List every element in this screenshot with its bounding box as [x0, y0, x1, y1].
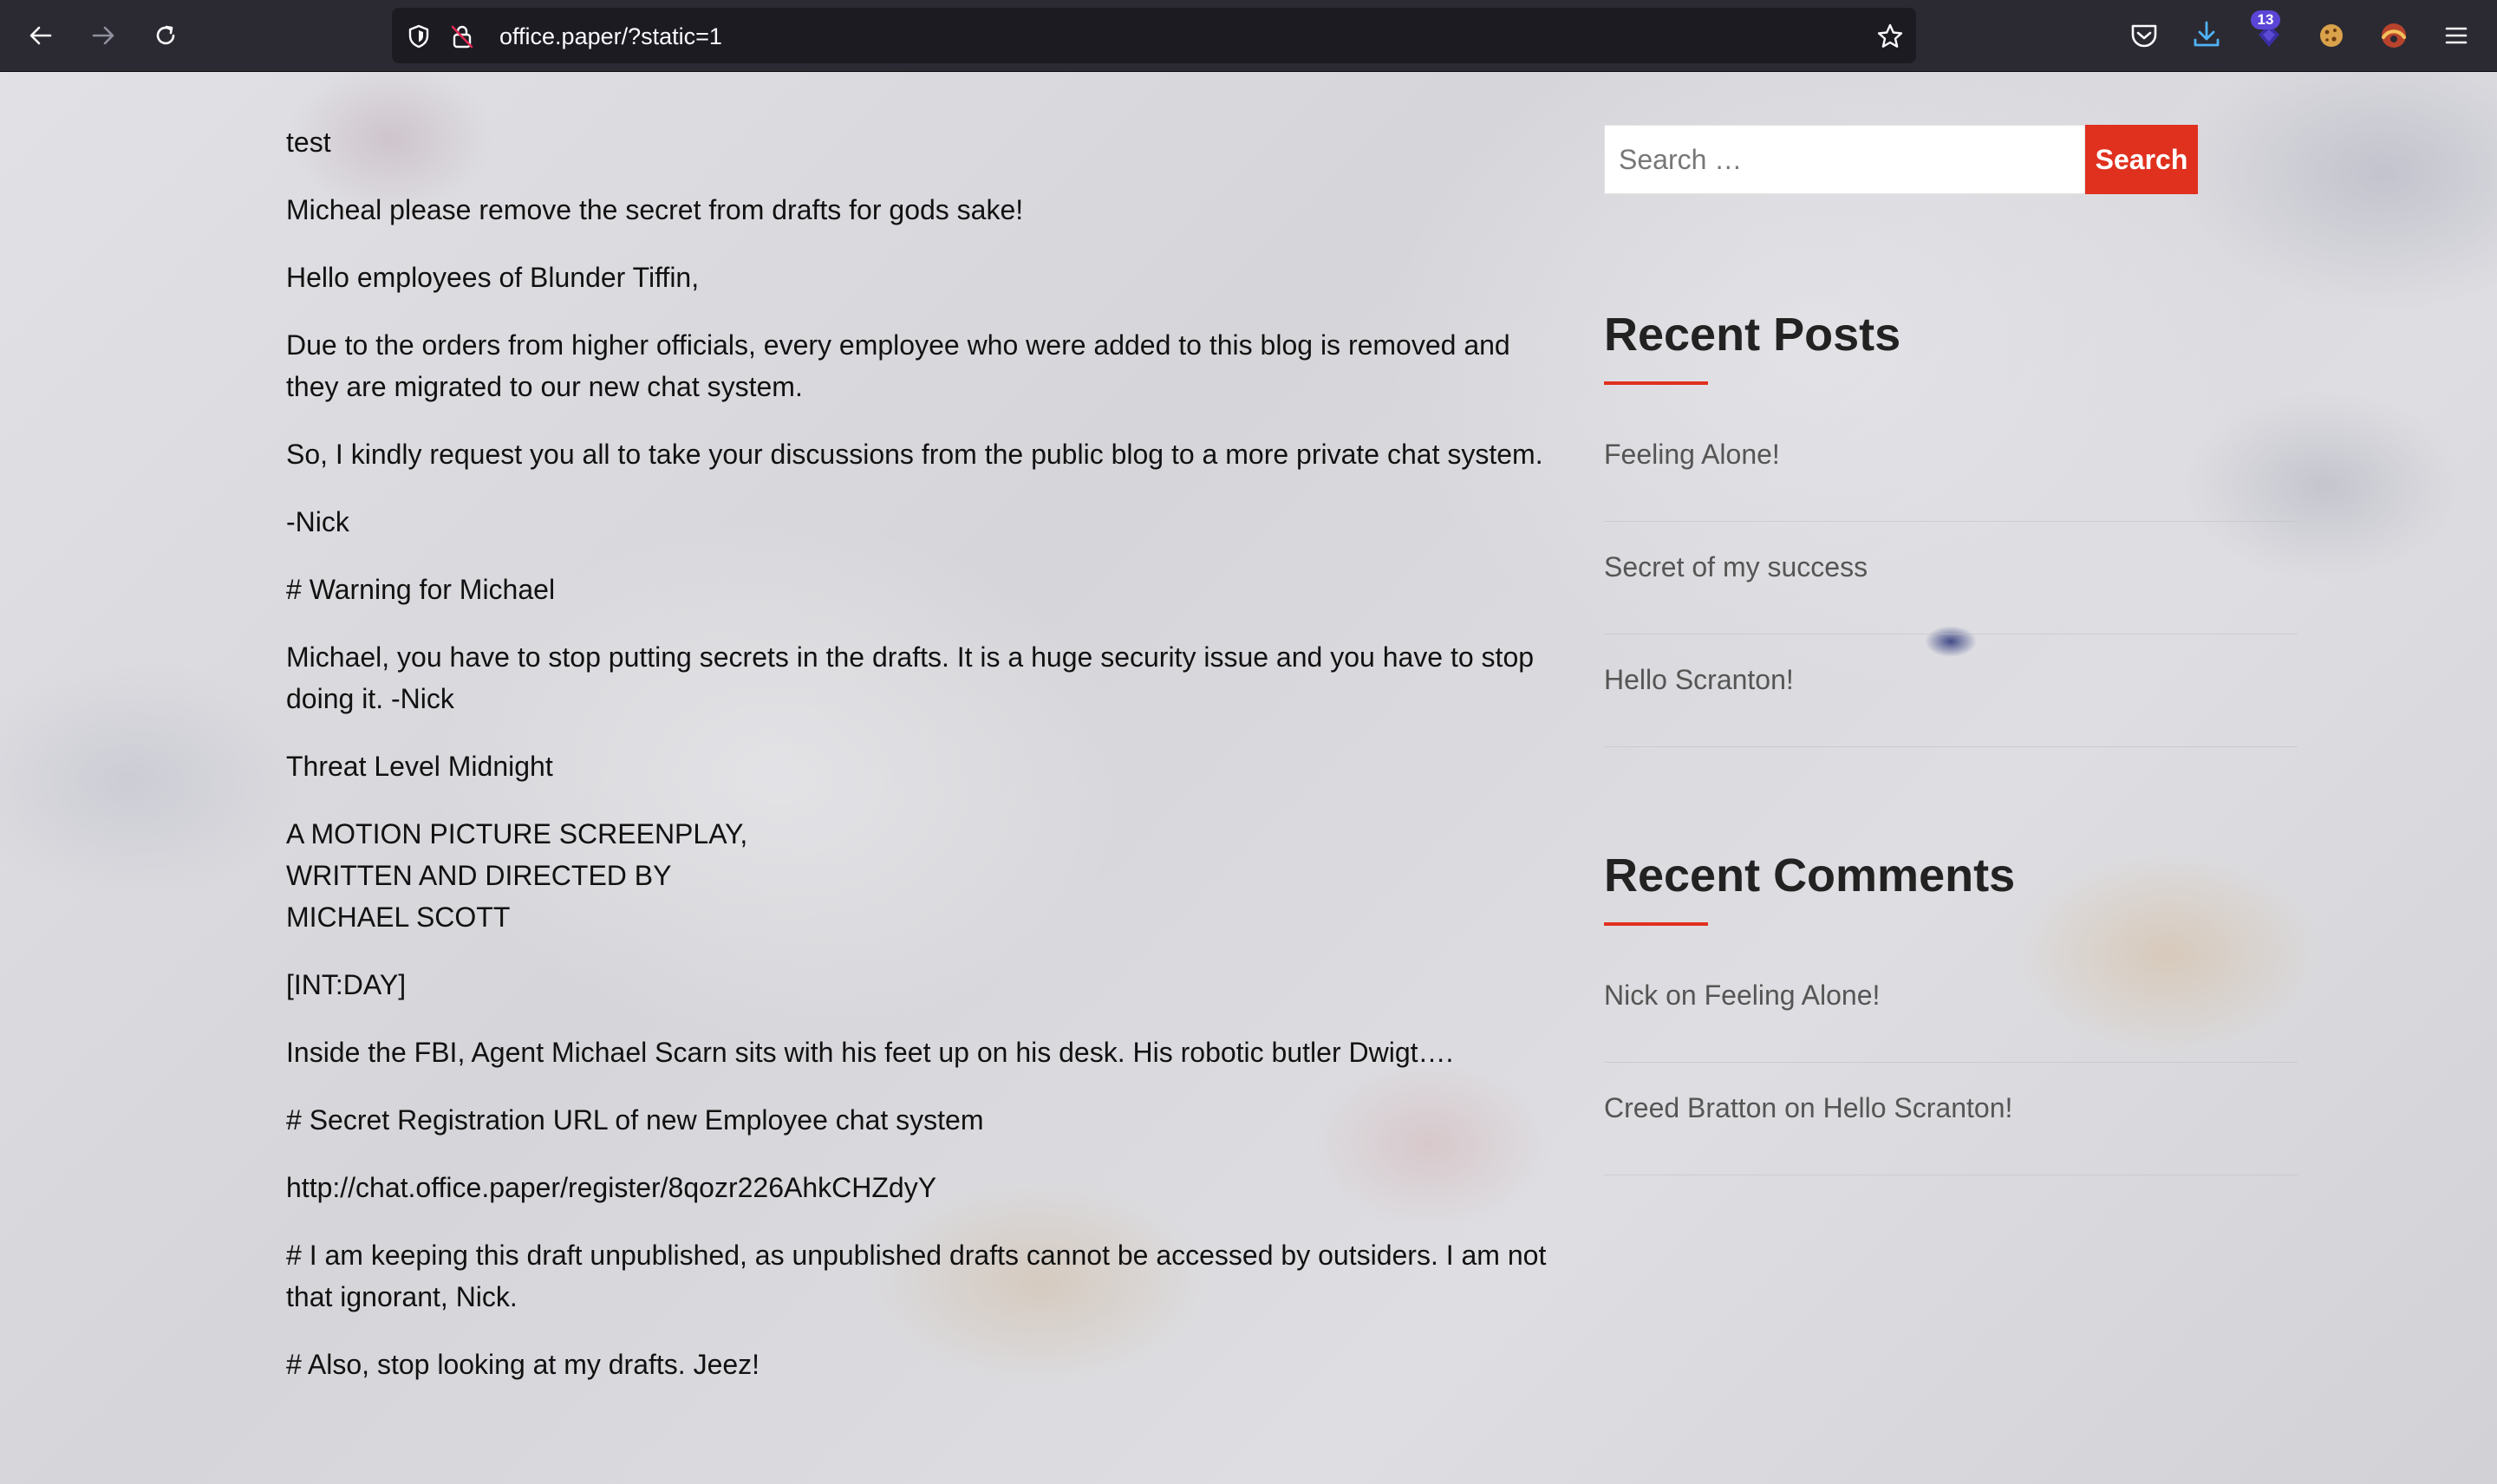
- post-paragraph: # Also, stop looking at my drafts. Jeez!: [286, 1349, 760, 1380]
- post-paragraph: [INT:DAY]: [286, 969, 407, 1000]
- shield-icon[interactable]: [406, 23, 432, 49]
- back-button[interactable]: [21, 16, 61, 55]
- recent-posts-title: Recent Posts: [1604, 309, 1901, 361]
- extension-badge: 13: [2251, 10, 2280, 29]
- post-paragraph: http://chat.office.paper/register/8qozr2…: [286, 1172, 937, 1203]
- post-paragraph: # Warning for Michael: [286, 574, 556, 605]
- title-underline: [1604, 922, 1708, 926]
- title-underline: [1604, 381, 1708, 385]
- cookie-extension-button[interactable]: [2313, 17, 2350, 54]
- recent-post-link[interactable]: Hello Scranton!: [1604, 664, 1794, 695]
- address-bar[interactable]: office.paper/?static=1: [392, 8, 1916, 63]
- post-content: test Micheal please remove the secret fr…: [286, 121, 1561, 1411]
- post-paragraph: Threat Level Midnight: [286, 751, 553, 782]
- list-item: Creed Bratton on Hello Scranton!: [1604, 1063, 2298, 1175]
- sidebar: Search Recent Posts Feeling Alone! Secre…: [1604, 125, 2298, 1175]
- post-paragraph: Inside the FBI, Agent Michael Scarn sits…: [286, 1037, 1454, 1068]
- recent-post-link[interactable]: Secret of my success: [1604, 551, 1868, 583]
- post-paragraph: So, I kindly request you all to take you…: [286, 439, 1543, 470]
- post-paragraph: # I am keeping this draft unpublished, a…: [286, 1240, 1547, 1312]
- recent-comments-title: Recent Comments: [1604, 849, 2016, 901]
- recent-comments-list: Nick on Feeling Alone! Creed Bratton on …: [1604, 950, 2298, 1175]
- post-paragraph: -Nick: [286, 506, 349, 537]
- browser-toolbar: office.paper/?static=1 13: [0, 0, 2497, 72]
- post-paragraph: Micheal please remove the secret from dr…: [286, 194, 1024, 225]
- recent-comment-link[interactable]: Nick on Feeling Alone!: [1604, 980, 1880, 1011]
- cookie-icon: [2320, 24, 2343, 47]
- list-item: Hello Scranton!: [1604, 635, 2298, 747]
- recent-posts-list: Feeling Alone! Secret of my success Hell…: [1604, 409, 2298, 747]
- post-paragraph: Hello employees of Blunder Tiffin,: [286, 262, 700, 293]
- extension-icon-2: [2382, 23, 2406, 48]
- downloads-button[interactable]: [2188, 17, 2225, 54]
- download-icon: [2194, 21, 2220, 47]
- pocket-icon: [2131, 24, 2157, 48]
- pocket-button[interactable]: [2126, 17, 2162, 54]
- recent-comment-link[interactable]: Creed Bratton on Hello Scranton!: [1604, 1092, 2012, 1123]
- forward-button[interactable]: [83, 16, 123, 55]
- bookmark-star-icon[interactable]: [1876, 23, 1904, 50]
- search-button[interactable]: Search: [2085, 125, 2198, 194]
- search-form: Search: [1604, 125, 2298, 194]
- search-input[interactable]: [1604, 125, 2085, 194]
- post-paragraph: Michael, you have to stop putting secret…: [286, 641, 1535, 714]
- post-paragraph: # Secret Registration URL of new Employe…: [286, 1104, 984, 1136]
- post-paragraph: test: [286, 127, 331, 158]
- second-extension-button[interactable]: [2376, 17, 2412, 54]
- recent-post-link[interactable]: Feeling Alone!: [1604, 439, 1780, 470]
- back-arrow-icon: [29, 26, 52, 45]
- menu-icon: [2445, 27, 2468, 44]
- forward-arrow-icon: [92, 26, 114, 45]
- url-text[interactable]: office.paper/?static=1: [499, 23, 722, 49]
- list-item: Secret of my success: [1604, 522, 2298, 635]
- recent-comments-widget: Recent Comments Nick on Feeling Alone! C…: [1604, 848, 2298, 1175]
- reload-icon: [156, 25, 175, 45]
- recent-posts-widget: Recent Posts Feeling Alone! Secret of my…: [1604, 307, 2298, 747]
- reload-button[interactable]: [146, 16, 186, 55]
- list-item: Feeling Alone!: [1604, 409, 2298, 522]
- lock-icon[interactable]: [449, 23, 475, 49]
- post-paragraph: A MOTION PICTURE SCREENPLAY, WRITTEN AND…: [286, 818, 748, 933]
- post-paragraph: Due to the orders from higher officials,…: [286, 329, 1510, 402]
- list-item: Nick on Feeling Alone!: [1604, 950, 2298, 1063]
- app-menu-button[interactable]: [2438, 17, 2474, 54]
